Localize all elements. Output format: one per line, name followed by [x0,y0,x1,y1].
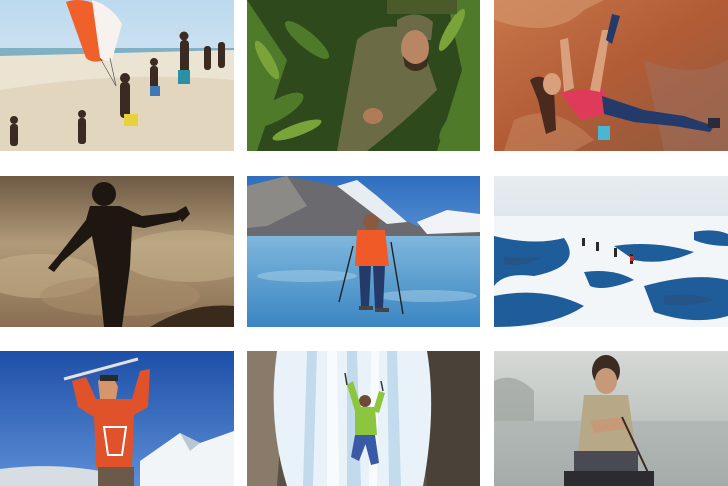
photo-grid [0,0,728,486]
jungle-explorer-photo [247,0,480,151]
rock-climber-photo [494,0,728,151]
photo-tile-ice-climber[interactable] [247,351,480,486]
fjord-ice-skier-photo [247,176,480,327]
photo-tile-mountaineer[interactable] [0,351,234,486]
mountaineer-summit-photo [0,351,234,486]
silhouette-dancer-photo [0,176,234,327]
photo-tile-rock-climber[interactable] [494,0,728,151]
photo-tile-fjord-skier[interactable] [247,176,480,327]
photo-tile-beach-paraglider[interactable] [0,0,234,151]
photo-tile-frozen-lake[interactable] [494,176,728,327]
frozen-lake-walkers-photo [494,176,728,327]
river-rafter-fog-photo [494,351,728,486]
photo-tile-river-rafter[interactable] [494,351,728,486]
photo-tile-jungle-explorer[interactable] [247,0,480,151]
beach-paraglider-kids-photo [0,0,234,151]
photo-tile-silhouette-dancer[interactable] [0,176,234,327]
ice-climber-waterfall-photo [247,351,480,486]
